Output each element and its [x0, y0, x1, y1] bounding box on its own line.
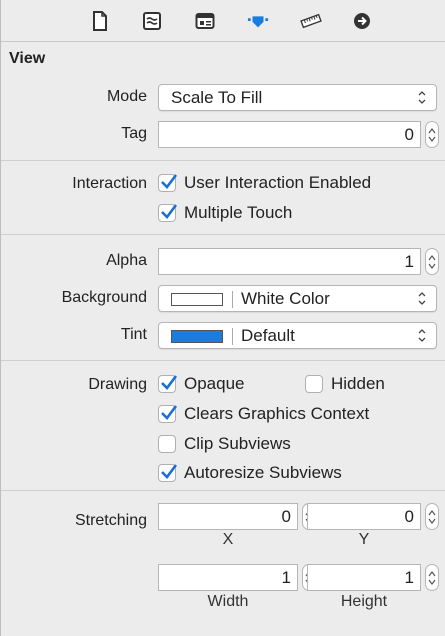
tint-value: Default — [241, 326, 295, 345]
tag-value: 0 — [404, 125, 414, 144]
checkbox-checked-icon — [158, 464, 178, 482]
attributes-inspector-icon[interactable] — [247, 10, 269, 32]
checkbox-checked-icon — [158, 174, 178, 192]
clears-graphics-context-checkbox[interactable]: Clears Graphics Context — [158, 402, 369, 426]
hidden-label: Hidden — [331, 374, 385, 393]
tint-color-swatch — [171, 330, 223, 343]
background-color-swatch — [171, 293, 223, 306]
stepper-arrows-icon — [428, 128, 436, 142]
tag-field[interactable]: 0 — [158, 121, 421, 148]
clip-subviews-label: Clip Subviews — [184, 434, 291, 453]
multiple-touch-label: Multiple Touch — [184, 203, 293, 222]
inspector-toolbar — [1, 0, 445, 42]
stretch-width-value: 1 — [281, 568, 291, 587]
mode-value: Scale To Fill — [171, 88, 263, 107]
tag-label: Tag — [121, 125, 147, 142]
divider — [232, 328, 233, 345]
multiple-touch-checkbox[interactable]: Multiple Touch — [158, 201, 292, 225]
stretch-height-label: Height — [340, 593, 388, 610]
stretch-y-stepper[interactable] — [425, 503, 439, 530]
checkbox-checked-icon — [158, 405, 178, 423]
checkbox-unchecked-icon — [158, 435, 176, 453]
hidden-checkbox[interactable]: Hidden — [305, 372, 385, 396]
opaque-label: Opaque — [184, 374, 245, 393]
separator — [1, 234, 445, 235]
checkbox-unchecked-icon — [305, 375, 323, 393]
stepper-arrows-icon — [428, 510, 436, 524]
popup-arrows-icon — [418, 329, 426, 342]
background-value: White Color — [241, 289, 330, 308]
tag-stepper[interactable] — [425, 121, 439, 148]
user-interaction-label: User Interaction Enabled — [184, 173, 372, 192]
quick-help-icon[interactable] — [141, 10, 163, 32]
popup-arrows-icon — [418, 292, 426, 305]
identity-inspector-icon[interactable] — [194, 10, 216, 32]
drawing-label: Drawing — [88, 376, 147, 393]
checkbox-checked-icon — [158, 204, 178, 222]
autoresize-subviews-label: Autoresize Subviews — [184, 463, 342, 482]
separator — [1, 490, 445, 491]
alpha-field[interactable]: 1 — [158, 248, 421, 275]
stretch-y-field[interactable]: 0 — [307, 503, 421, 530]
stretch-height-field[interactable]: 1 — [307, 564, 421, 591]
clears-graphics-context-label: Clears Graphics Context — [184, 404, 370, 423]
separator — [1, 160, 445, 161]
stepper-arrows-icon — [428, 255, 436, 269]
tint-label: Tint — [120, 326, 147, 343]
interaction-label: Interaction — [72, 175, 147, 192]
mode-label: Mode — [106, 88, 147, 105]
autoresize-subviews-checkbox[interactable]: Autoresize Subviews — [158, 461, 342, 485]
stretch-width-label: Width — [207, 593, 249, 610]
background-label: Background — [61, 289, 147, 306]
connections-inspector-icon[interactable] — [351, 10, 373, 32]
stretch-height-value: 1 — [404, 568, 414, 587]
stretch-x-field[interactable]: 0 — [158, 503, 298, 530]
stretch-x-value: 0 — [281, 507, 291, 526]
clip-subviews-checkbox[interactable]: Clip Subviews — [158, 432, 291, 456]
section-title-view: View — [9, 50, 46, 67]
user-interaction-checkbox[interactable]: User Interaction Enabled — [158, 171, 371, 195]
checkbox-checked-icon — [158, 375, 178, 393]
background-popup[interactable]: White Color — [158, 285, 437, 312]
size-inspector-icon[interactable] — [300, 10, 322, 32]
stepper-arrows-icon — [428, 571, 436, 585]
divider — [232, 291, 233, 308]
stretch-y-label: Y — [358, 531, 370, 548]
file-inspector-icon[interactable] — [89, 10, 111, 32]
mode-popup[interactable]: Scale To Fill — [158, 84, 437, 111]
tint-popup[interactable]: Default — [158, 322, 437, 349]
separator — [1, 360, 445, 361]
attributes-inspector-panel: View Mode Scale To Fill Tag 0 Interactio… — [0, 0, 445, 636]
stretch-x-label: X — [222, 531, 234, 548]
alpha-value: 1 — [404, 252, 414, 271]
stretching-label: Stretching — [74, 512, 147, 529]
opaque-checkbox[interactable]: Opaque — [158, 372, 245, 396]
alpha-label: Alpha — [106, 252, 147, 269]
stretch-height-stepper[interactable] — [425, 564, 439, 591]
stretch-y-value: 0 — [404, 507, 414, 526]
stretch-width-field[interactable]: 1 — [158, 564, 298, 591]
popup-arrows-icon — [418, 91, 426, 104]
alpha-stepper[interactable] — [425, 248, 439, 275]
